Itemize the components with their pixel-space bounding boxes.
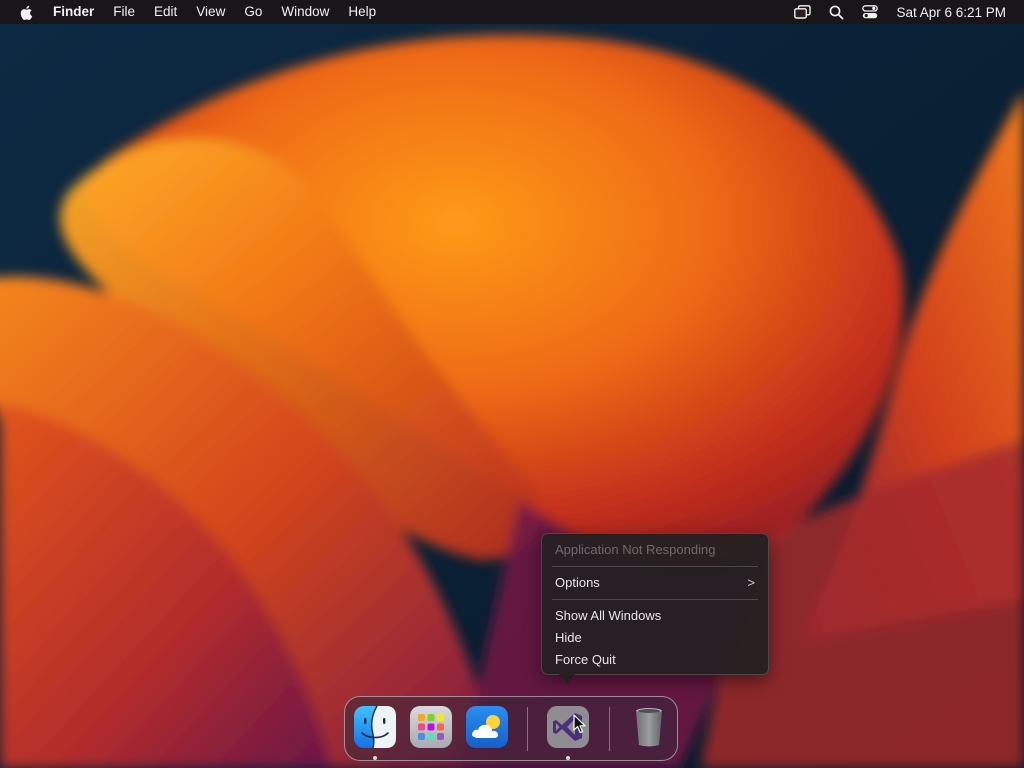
dock-separator bbox=[527, 707, 528, 751]
dock bbox=[344, 696, 678, 761]
running-indicator bbox=[566, 756, 570, 760]
context-menu-hide[interactable]: Hide bbox=[555, 628, 755, 648]
mouse-cursor-icon bbox=[573, 714, 586, 734]
spotlight-search-icon[interactable] bbox=[829, 5, 844, 20]
trash-icon[interactable] bbox=[627, 705, 671, 749]
context-menu-pointer bbox=[559, 674, 575, 684]
menu-bar: Finder File Edit View Go Window Help Sat… bbox=[0, 0, 1024, 24]
wallpaper bbox=[0, 0, 1024, 768]
context-menu-separator bbox=[552, 599, 758, 600]
menu-app-name[interactable]: Finder bbox=[53, 0, 94, 24]
control-center-icon[interactable] bbox=[862, 5, 879, 19]
context-menu-options[interactable]: Options > bbox=[555, 573, 755, 593]
menu-help[interactable]: Help bbox=[348, 0, 376, 24]
launchpad-icon[interactable] bbox=[409, 705, 453, 749]
context-menu-separator bbox=[552, 566, 758, 567]
chevron-right-icon: > bbox=[747, 575, 755, 590]
menu-bar-clock[interactable]: Sat Apr 6 6:21 PM bbox=[896, 5, 1006, 20]
context-menu-force-quit[interactable]: Force Quit bbox=[555, 650, 755, 670]
weather-icon[interactable] bbox=[465, 705, 509, 749]
screen-mirroring-icon[interactable] bbox=[794, 5, 812, 19]
desktop[interactable]: Finder File Edit View Go Window Help Sat… bbox=[0, 0, 1024, 768]
dock-context-menu: Application Not Responding Options > Sho… bbox=[541, 533, 769, 675]
finder-icon[interactable] bbox=[353, 705, 397, 749]
context-menu-options-label: Options bbox=[555, 575, 600, 590]
dock-separator bbox=[609, 707, 610, 751]
context-menu-status: Application Not Responding bbox=[555, 542, 716, 557]
menu-edit[interactable]: Edit bbox=[154, 0, 177, 24]
context-menu-show-all-windows[interactable]: Show All Windows bbox=[555, 606, 755, 626]
menu-bar-status-area: Sat Apr 6 6:21 PM bbox=[776, 0, 1006, 24]
menu-view[interactable]: View bbox=[196, 0, 225, 24]
apple-logo-icon[interactable] bbox=[19, 4, 35, 21]
menu-window[interactable]: Window bbox=[281, 0, 329, 24]
menu-go[interactable]: Go bbox=[244, 0, 262, 24]
menu-file[interactable]: File bbox=[113, 0, 135, 24]
running-indicator bbox=[373, 756, 377, 760]
